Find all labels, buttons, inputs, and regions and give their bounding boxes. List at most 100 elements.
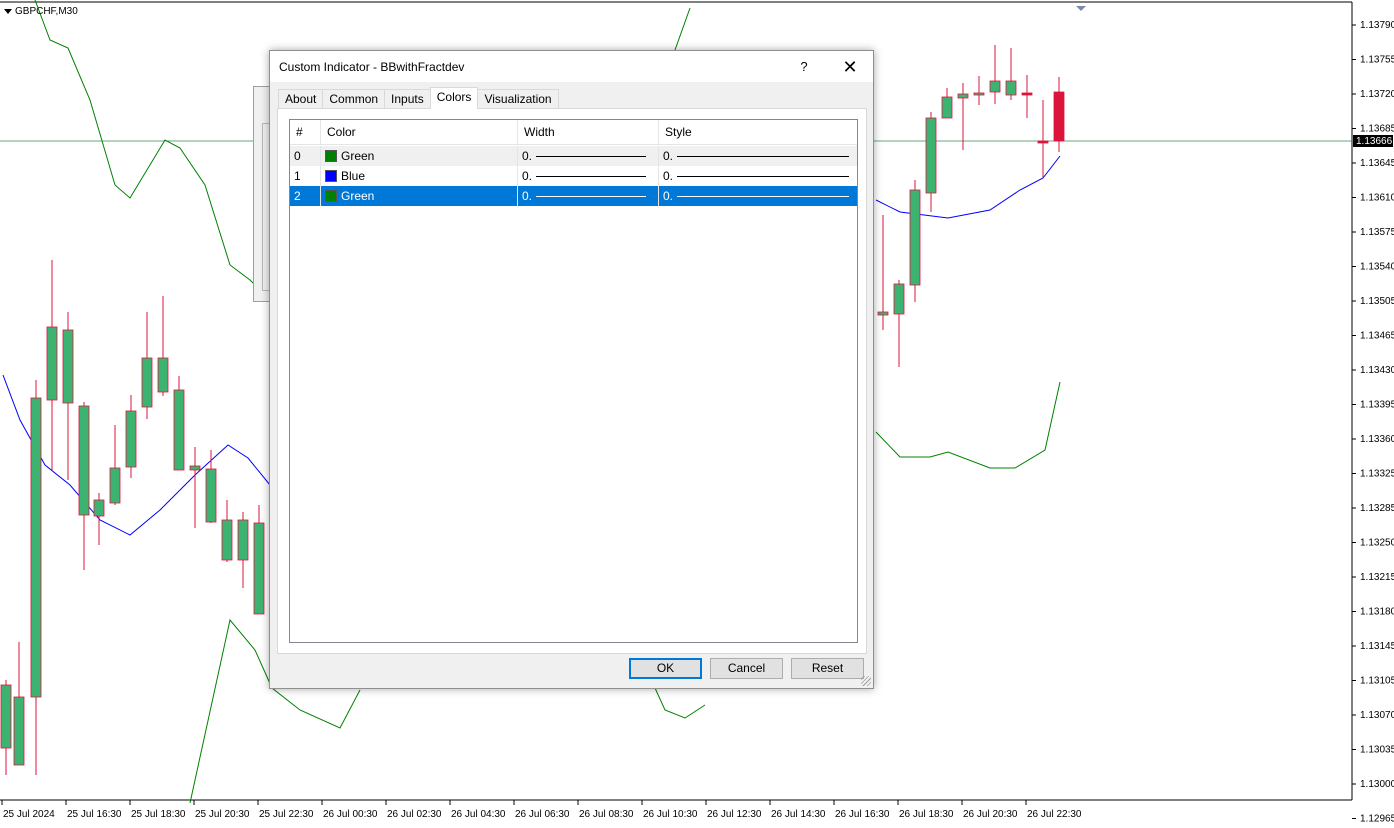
price-tick-label: 1.13180 [1360,607,1394,618]
price-tick-label: 1.13465 [1360,331,1394,342]
symbol-label[interactable]: GBPCHF,M30 [4,6,78,17]
time-tick-label: 25 Jul 18:30 [131,809,186,820]
custom-indicator-dialog: Custom Indicator - BBwithFractdev ? ✕ Ab… [269,50,874,689]
price-tick-label: 1.13575 [1360,227,1394,238]
candle-body [46,326,58,401]
price-tick-label: 1.13430 [1360,365,1394,376]
price-tick-label: 1.13755 [1360,55,1394,66]
time-tick-label: 26 Jul 08:30 [579,809,634,820]
time-tick-label: 26 Jul 22:30 [1027,809,1082,820]
candle-body [909,189,921,286]
tab-about[interactable]: About [278,89,324,109]
candle-body [1037,140,1049,144]
tab-common[interactable]: Common [322,89,386,109]
candle-body [141,357,153,408]
candle-body [1053,91,1065,142]
color-swatch [325,170,337,182]
upper-band-top [674,7,691,51]
reset-button[interactable]: Reset [791,658,864,679]
color-name: Green [341,149,375,163]
candle-body [893,283,905,315]
price-tick-label: 1.13360 [1360,434,1394,445]
resize-grip-icon[interactable] [861,676,871,686]
style-cell[interactable]: 0. [659,166,857,186]
time-tick-label: 25 Jul 22:30 [259,809,314,820]
price-tick-label: 1.13395 [1360,400,1394,411]
candle-body [957,93,969,99]
table-row[interactable]: 0 Green 0. 0. [290,146,857,166]
candle-body [973,92,985,96]
candle-body [189,465,201,471]
style-line-sample [677,175,850,177]
time-tick-label: 26 Jul 02:30 [387,809,442,820]
width-value: 0. [522,169,533,183]
tab-colors[interactable]: Colors [429,87,479,109]
candle-body [93,499,105,517]
column-header-width[interactable]: Width [518,120,659,145]
price-tick-label: 1.13720 [1360,89,1394,100]
current-price-label: 1.13666 [1356,136,1393,147]
width-cell[interactable]: 0. [518,166,659,186]
time-tick-label: 26 Jul 06:30 [515,809,570,820]
grid-header: # Color Width Style [290,120,857,145]
table-row[interactable]: 1 Blue 0. 0. [290,166,857,186]
chart-shift-icon [1076,6,1086,11]
candle-body [30,397,42,698]
style-line-sample [677,155,850,157]
width-cell[interactable]: 0. [518,186,659,206]
dialog-titlebar[interactable]: Custom Indicator - BBwithFractdev ? ✕ [270,51,873,82]
candle-body [173,389,185,471]
tab-visualization[interactable]: Visualization [477,89,559,109]
close-icon[interactable]: ✕ [839,56,861,78]
candle-body [925,117,937,194]
colors-grid[interactable]: # Color Width Style 0 Green 0. 0. 1 Blue… [289,119,858,643]
price-tick-label: 1.13610 [1360,193,1394,204]
price-tick-label: 1.13285 [1360,503,1394,514]
dialog-tabs: About Common Inputs Colors Visualization [278,87,559,109]
candle-body [62,329,74,404]
column-header-color[interactable]: Color [321,120,518,145]
price-tick-label: 1.13250 [1360,538,1394,549]
style-value: 0. [663,149,674,163]
color-cell[interactable]: Green [321,186,518,206]
column-header-style[interactable]: Style [659,120,857,145]
candle-body [253,522,265,615]
color-cell[interactable]: Blue [321,166,518,186]
time-tick-label: 25 Jul 2024 [3,809,55,820]
price-tick-label: 1.13505 [1360,296,1394,307]
price-tick-label: 1.13035 [1360,745,1394,756]
candle-body [157,357,169,393]
candle-body [13,696,25,766]
candle-body [877,311,889,316]
symbol-text: GBPCHF,M30 [15,6,78,17]
style-cell[interactable]: 0. [659,186,857,206]
candle-body [237,519,249,561]
width-cell[interactable]: 0. [518,146,659,166]
style-cell[interactable]: 0. [659,146,857,166]
price-tick-label: 1.13325 [1360,469,1394,480]
color-name: Blue [341,169,366,183]
tab-inputs[interactable]: Inputs [384,89,431,109]
color-cell[interactable]: Green [321,146,518,166]
time-tick-label: 26 Jul 14:30 [771,809,826,820]
cancel-button[interactable]: Cancel [710,658,783,679]
time-tick-label: 25 Jul 16:30 [67,809,122,820]
time-tick-label: 25 Jul 20:30 [195,809,250,820]
help-button[interactable]: ? [794,57,814,77]
time-tick-label: 26 Jul 18:30 [899,809,954,820]
time-tick-label: 26 Jul 16:30 [835,809,890,820]
ok-button[interactable]: OK [629,658,702,679]
price-tick-label: 1.13645 [1360,158,1394,169]
candle-body [0,684,12,749]
candle-body [205,468,217,523]
candle-body [109,467,121,504]
time-tick-label: 26 Jul 00:30 [323,809,378,820]
price-tick-label: 1.13105 [1360,676,1394,687]
price-tick-label: 1.13070 [1360,710,1394,721]
time-tick-label: 26 Jul 10:30 [643,809,698,820]
color-name: Green [341,189,375,203]
column-header-index[interactable]: # [290,120,321,145]
table-row[interactable]: 2 Green 0. 0. [290,186,857,206]
lower-band-mid [654,687,706,719]
width-line-sample [536,195,647,197]
